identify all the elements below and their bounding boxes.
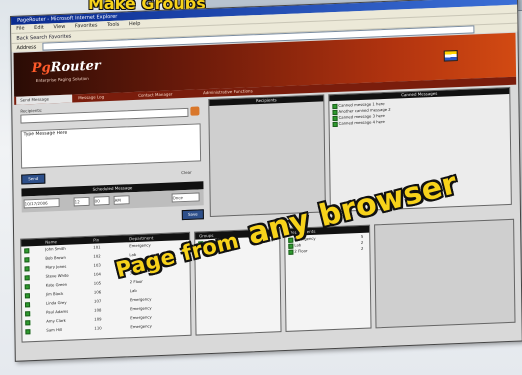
person-name: Amy Clark: [46, 317, 66, 324]
person-pin: 104: [93, 271, 101, 277]
check-icon[interactable]: [25, 302, 31, 308]
clear-button[interactable]: Clear: [181, 170, 192, 175]
check-icon: [288, 249, 294, 255]
schedule-hour[interactable]: 12: [73, 196, 90, 207]
tab-send-message[interactable]: Send Message: [16, 94, 73, 105]
person-name: John Smith: [45, 245, 66, 252]
schedule-date[interactable]: 10/17/2006: [23, 198, 60, 209]
recipients-input[interactable]: [20, 107, 189, 124]
person-pin: 106: [93, 289, 102, 295]
person-pin: 101: [93, 244, 101, 250]
person-name: Kate Green: [45, 281, 68, 288]
app-logo: PgRouter: [31, 58, 101, 77]
flag-icon: [443, 50, 458, 62]
check-icon[interactable]: [24, 293, 30, 299]
schedule-minute[interactable]: 00: [93, 196, 110, 206]
person-dept: Emergency: [130, 323, 152, 330]
menu-file[interactable]: File: [16, 25, 24, 31]
tab-admin-functions[interactable]: Administrative Functions: [199, 87, 257, 97]
tab-message-log[interactable]: Message Log: [74, 93, 108, 102]
address-label: Address: [16, 44, 37, 52]
schedule-ampm[interactable]: AM: [113, 195, 130, 205]
send-button[interactable]: Send: [21, 173, 46, 185]
message-textarea[interactable]: Type Message Here: [20, 123, 202, 169]
recipients-panel-header: Recipients: [209, 95, 324, 107]
check-icon[interactable]: [25, 320, 31, 326]
person-dept: Emergency: [130, 314, 152, 321]
menu-tools[interactable]: Tools: [107, 22, 119, 28]
person-pin: 105: [93, 280, 102, 286]
menu-favorites[interactable]: Favorites: [75, 22, 98, 29]
menu-view[interactable]: View: [53, 24, 65, 30]
person-pin: 103: [93, 262, 101, 268]
person-pin: 107: [93, 298, 102, 304]
person-name: Steve White: [45, 272, 69, 279]
person-pin: 108: [94, 307, 102, 313]
check-icon[interactable]: [24, 284, 30, 290]
check-icon[interactable]: [24, 275, 30, 281]
person-dept: Emergency: [129, 296, 152, 303]
app-tagline: Enterprise Paging Solution: [35, 75, 89, 83]
address-book-icon[interactable]: [190, 106, 200, 116]
menu-edit[interactable]: Edit: [34, 25, 44, 31]
person-dept: Emergency: [130, 305, 152, 312]
check-icon[interactable]: [24, 257, 30, 263]
person-name: Sam Hill: [46, 326, 63, 333]
person-name: Linda Grey: [45, 299, 67, 306]
tab-contact-manager[interactable]: Contact Manager: [134, 90, 176, 100]
check-icon[interactable]: [24, 266, 30, 272]
schedule-repeat[interactable]: Once: [171, 192, 200, 203]
person-name: Jim Black: [45, 290, 64, 297]
check-icon[interactable]: [25, 329, 31, 335]
person-dept: Lab: [129, 287, 137, 294]
compose-panel: Recipients: Type Message Here Send Clear…: [18, 101, 206, 236]
empty-panel: [374, 218, 516, 329]
person-name: Paul Adams: [46, 308, 69, 315]
check-icon: [332, 121, 338, 128]
person-pin: 110: [94, 325, 102, 331]
person-name: Mary Jones: [45, 263, 67, 270]
check-icon[interactable]: [24, 248, 30, 254]
person-name: Bob Brown: [45, 254, 66, 261]
check-icon[interactable]: [25, 311, 31, 317]
person-pin: 102: [93, 253, 101, 259]
save-button[interactable]: Save: [181, 209, 204, 221]
menu-help[interactable]: Help: [129, 21, 140, 27]
recipients-panel: Recipients: [208, 94, 326, 217]
person-pin: 109: [94, 316, 102, 322]
recipients-label: Recipients:: [20, 107, 43, 114]
